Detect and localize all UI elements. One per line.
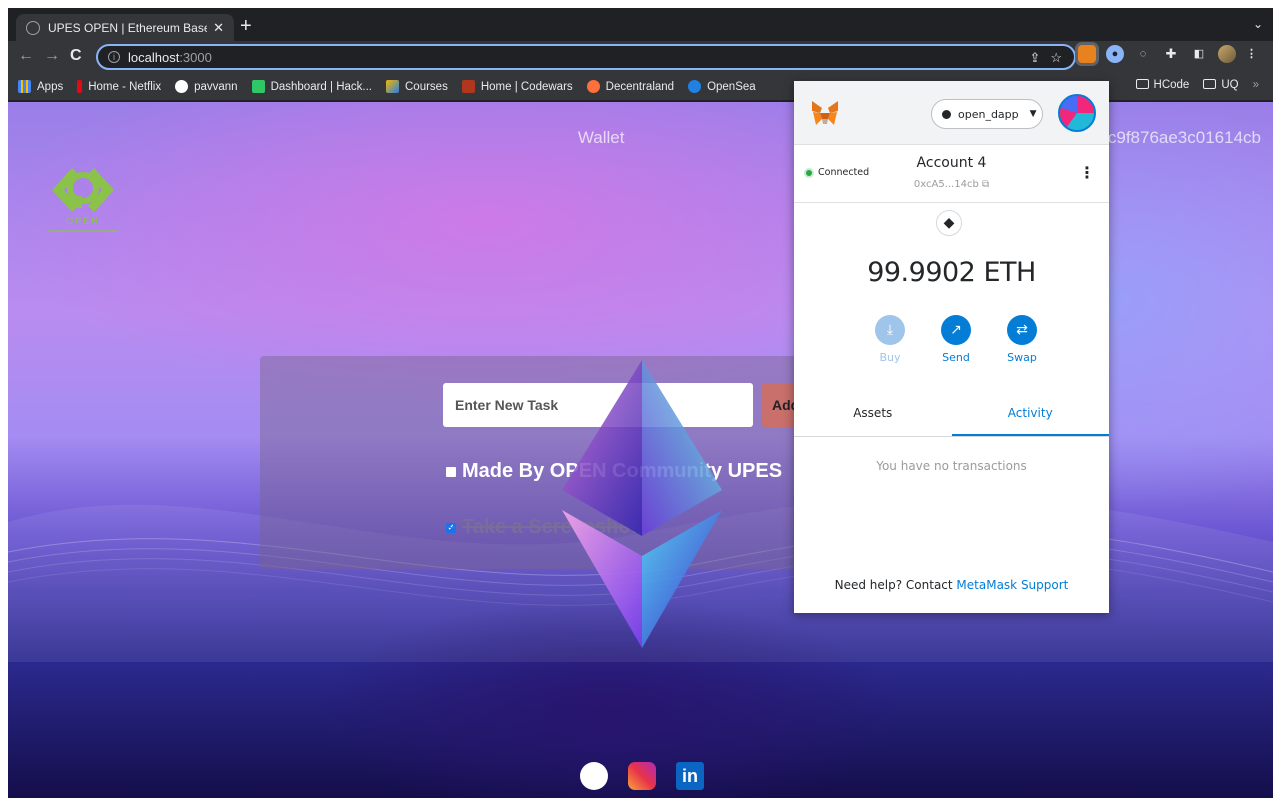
- profile-avatar[interactable]: [1218, 45, 1236, 63]
- share-icon[interactable]: ⇪: [1029, 50, 1040, 66]
- buy-button[interactable]: ⤓ Buy: [872, 315, 908, 364]
- task-checkbox[interactable]: ✓: [446, 522, 456, 533]
- tab-search-icon[interactable]: ⌄: [1253, 17, 1263, 31]
- network-selector[interactable]: open_dapp ▼: [931, 99, 1043, 129]
- copy-icon[interactable]: ⧉: [982, 179, 989, 190]
- url-host: localhost: [128, 49, 180, 65]
- metamask-fox-icon: [812, 101, 838, 125]
- side-panel-icon[interactable]: ◧: [1190, 45, 1208, 63]
- browser-menu-icon[interactable]: ⋮: [1246, 45, 1257, 63]
- extension-eye-icon[interactable]: ●: [1106, 45, 1124, 63]
- bookmarks-overflow-icon[interactable]: »: [1253, 79, 1259, 91]
- account-row: Connected Account 4 0xcA5...14cb ⧉ ⋮: [794, 145, 1109, 203]
- decentraland-icon: [586, 80, 600, 93]
- close-tab-icon[interactable]: ✕: [213, 20, 224, 36]
- courses-icon: [386, 80, 399, 93]
- bookmark-item[interactable]: Home | Codewars: [461, 80, 573, 93]
- bookmark-item[interactable]: Dashboard | Hack...: [251, 80, 372, 93]
- social-links: in: [580, 762, 704, 790]
- download-icon: ⤓: [875, 315, 905, 345]
- folder-icon: [1135, 79, 1149, 89]
- eth-balance: 99.9902 ETH: [867, 257, 1036, 288]
- bookmark-item[interactable]: OpenSea: [688, 80, 756, 93]
- metamask-tabs: Assets Activity: [794, 389, 1109, 437]
- instagram-icon[interactable]: [628, 762, 656, 790]
- bookmark-star-icon[interactable]: ☆: [1050, 50, 1062, 66]
- extensions-area: ● ◌ ✚ ◧ ⋮: [1078, 45, 1257, 63]
- metamask-support-link[interactable]: MetaMask Support: [956, 578, 1068, 592]
- network-dot-icon: [942, 109, 951, 119]
- address-bar[interactable]: i localhost:3000 ⇪ ☆: [96, 44, 1076, 70]
- empty-activity-message: You have no transactions: [876, 459, 1027, 473]
- tab-strip: UPES OPEN | Ethereum Based ✕ + ⌄: [8, 8, 1273, 41]
- reload-icon[interactable]: C: [70, 47, 82, 65]
- site-info-icon[interactable]: i: [108, 51, 120, 63]
- ethereum-logo: [562, 360, 722, 648]
- account-menu-icon[interactable]: ⋮: [1079, 163, 1095, 182]
- tab-title: UPES OPEN | Ethereum Based: [48, 20, 208, 35]
- codewars-icon: [461, 80, 475, 93]
- browser-tab[interactable]: UPES OPEN | Ethereum Based ✕: [16, 14, 234, 41]
- metamask-popup: open_dapp ▼ Connected Account 4 0xcA5...…: [794, 81, 1109, 613]
- apps-grid-icon: [18, 80, 31, 93]
- bookmark-item[interactable]: Home - Netflix: [77, 80, 161, 93]
- browser-toolbar: ← → C i localhost:3000 ⇪ ☆ ● ◌ ✚ ◧ ⋮: [8, 41, 1273, 73]
- globe-icon: [26, 20, 40, 35]
- metamask-extension-icon[interactable]: [1078, 45, 1096, 63]
- linkedin-icon[interactable]: in: [676, 762, 704, 790]
- back-icon[interactable]: ←: [18, 47, 34, 65]
- opensea-icon: [688, 80, 702, 93]
- open-community-logo: OPEN: [48, 168, 118, 232]
- network-name: open_dapp: [958, 107, 1019, 121]
- bookmark-folder-hcode[interactable]: HCode: [1135, 79, 1189, 91]
- ethereum-icon: ◆: [936, 210, 962, 236]
- metamask-header: open_dapp ▼: [794, 81, 1109, 145]
- wallet-actions: ⤓ Buy ↗ Send ⇄ Swap: [872, 315, 1040, 364]
- bookmark-item[interactable]: Courses: [386, 80, 448, 93]
- extensions-puzzle-icon[interactable]: ✚: [1162, 45, 1180, 63]
- bookmark-item[interactable]: Apps: [18, 80, 63, 93]
- browser-window: UPES OPEN | Ethereum Based ✕ + ⌄ ← → C i…: [8, 8, 1273, 798]
- task-checkbox[interactable]: [446, 466, 456, 477]
- wallet-address: Wallet c9f876ae3c01614cb: [578, 128, 1261, 148]
- folder-icon: [1203, 79, 1217, 89]
- todo-card: Add Made By OPEN Community UPES ✓ Take a…: [260, 356, 820, 569]
- netflix-icon: [77, 80, 83, 93]
- forward-icon[interactable]: →: [44, 47, 60, 65]
- help-footer: Need help? Contact MetaMask Support: [834, 578, 1069, 592]
- wallet-address-tail: c9f876ae3c01614cb: [1107, 128, 1261, 147]
- new-tab-button[interactable]: +: [240, 16, 252, 36]
- bookmark-item[interactable]: pavvann: [175, 80, 238, 93]
- swap-button[interactable]: ⇄ Swap: [1004, 315, 1040, 364]
- account-address[interactable]: 0xcA5...14cb ⧉: [794, 179, 1109, 190]
- tab-activity[interactable]: Activity: [951, 389, 1109, 436]
- tab-assets[interactable]: Assets: [794, 389, 952, 436]
- github-icon[interactable]: [580, 762, 608, 790]
- arrow-up-right-icon: ↗: [941, 315, 971, 345]
- account-name: Account 4: [916, 155, 987, 171]
- extension-circle-icon[interactable]: ◌: [1134, 45, 1152, 63]
- github-icon: [175, 80, 189, 93]
- chevron-down-icon: ▼: [1029, 109, 1037, 119]
- send-button[interactable]: ↗ Send: [938, 315, 974, 364]
- account-avatar[interactable]: [1058, 94, 1096, 132]
- wallet-label: Wallet: [577, 128, 625, 147]
- swap-icon: ⇄: [1007, 315, 1037, 345]
- bookmark-item[interactable]: Decentraland: [586, 80, 674, 93]
- bookmark-folder-uq[interactable]: UQ: [1203, 79, 1239, 91]
- url-port: :3000: [179, 49, 212, 65]
- svg-text:OPEN: OPEN: [66, 216, 100, 226]
- hackerrank-icon: [251, 80, 265, 93]
